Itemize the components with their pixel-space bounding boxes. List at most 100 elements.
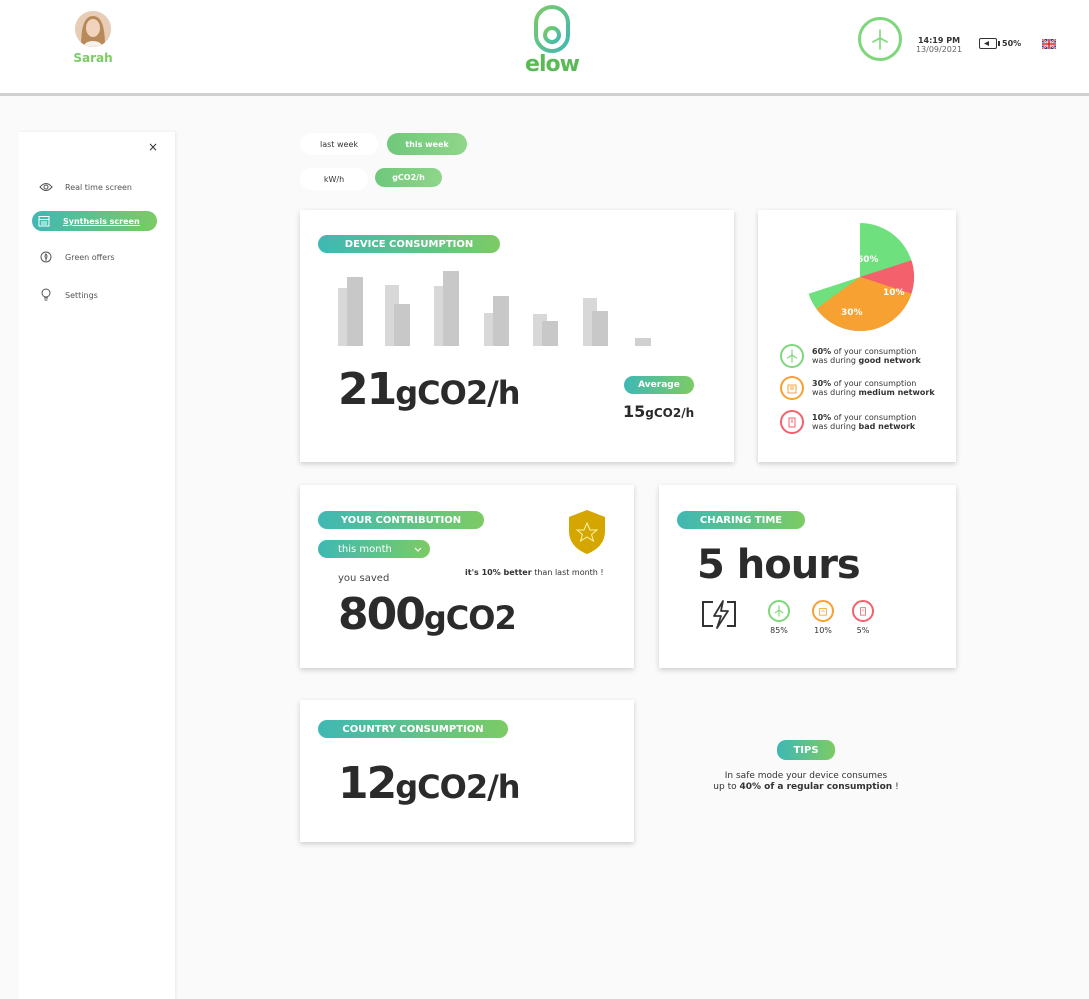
charging-split-medium: 10% <box>812 600 834 635</box>
sidebar-item-synthesis[interactable]: Synthesis screen <box>32 211 157 231</box>
contribution-card: YOUR CONTRIBUTION this month it's 10% be… <box>300 485 634 668</box>
legend-quality: good network <box>858 356 921 365</box>
factory-icon <box>780 376 804 400</box>
network-pie-chart: 60% 30% 10% <box>808 223 915 332</box>
shield-star-badge-icon <box>569 510 605 554</box>
wind-turbine-icon <box>780 344 804 368</box>
average-tag: Average <box>624 376 694 394</box>
filter-this-week[interactable]: this week <box>387 133 467 155</box>
country-value: 12gCO2/h <box>338 762 521 806</box>
legend-pre: of your consumption <box>831 412 917 422</box>
network-breakdown-card: 60% 30% 10% 60% of your consumption was d… <box>758 210 956 462</box>
pie-label-30: 30% <box>841 308 863 318</box>
clock-time: 14:19 PM <box>917 36 961 45</box>
split-percent: 5% <box>856 626 870 635</box>
clock: 14:19 PM 13/09/2021 <box>905 37 973 54</box>
calendar-icon <box>37 214 51 228</box>
pie-label-10: 10% <box>883 288 905 298</box>
legend-line2: was during <box>812 356 859 365</box>
tips-line2: up to 40% of a regular consumption ! <box>690 782 922 793</box>
chart-bar <box>635 338 651 346</box>
legend-quality: medium network <box>858 388 935 397</box>
legend-pre: of your consumption <box>831 346 917 356</box>
chart-bar <box>542 321 558 346</box>
chart-bar <box>347 277 363 346</box>
battery-indicator: 50% <box>979 38 1021 49</box>
sidebar: × Real time screen Synthesis screen Gree… <box>18 132 175 999</box>
filter-unit-gco2[interactable]: gCO2/h <box>375 168 442 187</box>
device-consumption-title: DEVICE CONSUMPTION <box>318 235 500 253</box>
charging-time-card: CHARING TIME 5 hours 85% 10% 5% <box>659 485 956 668</box>
legend-medium-network: 30% of your consumption was during medium… <box>780 376 935 400</box>
sidebar-item-settings[interactable]: Settings <box>34 285 162 305</box>
battery-percent: 50% <box>1002 39 1022 48</box>
wind-turbine-icon <box>872 29 888 50</box>
legend-bad-network: 10% of your consumption was during bad ne… <box>780 410 916 434</box>
contribution-title: YOUR CONTRIBUTION <box>318 511 484 529</box>
tips-line2-post: ! <box>892 782 899 793</box>
elow-logo: elow <box>517 5 587 80</box>
tips-line2-pre: up to <box>713 782 740 793</box>
close-sidebar-button[interactable]: × <box>148 140 158 154</box>
legend-pre: of your consumption <box>831 378 917 388</box>
comparison-bold: it's 10% better <box>465 568 532 577</box>
app-root: Sarah elow 14:19 PM 13/09/2021 50% × Rea… <box>0 0 1089 999</box>
power-plant-icon <box>852 600 874 622</box>
power-plant-icon <box>780 410 804 434</box>
country-consumption-card: COUNTRY CONSUMPTION 12gCO2/h <box>300 700 634 842</box>
consumption-bar-chart <box>338 271 651 346</box>
legend-line2: was during <box>812 422 859 431</box>
value-number: 12 <box>338 758 397 809</box>
network-status-indicator[interactable] <box>858 17 902 61</box>
filter-last-week[interactable]: last week <box>300 133 378 155</box>
chart-bar <box>493 296 509 346</box>
legend-good-network: 60% of your consumption was during good n… <box>780 344 921 368</box>
value-unit: gCO2/h <box>395 374 520 412</box>
legend-line2: was during <box>812 388 859 397</box>
device-consumption-value: 21gCO2/h <box>338 368 521 412</box>
user-name: Sarah <box>73 51 113 65</box>
user-avatar[interactable] <box>75 11 111 47</box>
device-consumption-card: DEVICE CONSUMPTION 21gCO2/h Average 15gC… <box>300 210 734 462</box>
chevron-down-icon <box>414 547 422 552</box>
top-header: Sarah elow 14:19 PM 13/09/2021 50% <box>0 0 1089 96</box>
value-unit: gCO2/h <box>395 768 520 806</box>
tips-line1: In safe mode your device consumes <box>724 771 888 781</box>
logo-text: elow <box>525 52 580 77</box>
contribution-value: 800gCO2 <box>338 593 517 637</box>
period-select[interactable]: this month <box>318 540 430 558</box>
sidebar-item-label: Synthesis screen <box>63 216 140 226</box>
charging-title: CHARING TIME <box>677 511 805 529</box>
pie-label-60: 60% <box>857 255 879 265</box>
factory-icon <box>812 600 834 622</box>
split-percent: 85% <box>770 626 788 635</box>
sidebar-item-label: Real time screen <box>65 182 132 192</box>
charging-value: 5 hours <box>697 542 861 588</box>
country-title: COUNTRY CONSUMPTION <box>318 720 508 738</box>
legend-pct: 10% <box>812 412 832 422</box>
charging-split-bad: 5% <box>852 600 874 635</box>
average-value: 15gCO2/h <box>623 404 694 420</box>
uk-flag-icon[interactable] <box>1042 39 1056 49</box>
legend-pct: 30% <box>812 378 832 388</box>
value-number: 21 <box>338 364 397 415</box>
value-number: 800 <box>338 589 426 640</box>
charging-bolt-icon <box>702 600 736 629</box>
sidebar-item-real-time[interactable]: Real time screen <box>34 177 162 197</box>
sidebar-item-green-offers[interactable]: Green offers <box>34 247 162 267</box>
tips-line2-bold: 40% of a regular consumption <box>739 782 893 793</box>
contribution-comparison: it's 10% better than last month ! <box>465 568 604 577</box>
clock-date: 13/09/2021 <box>915 45 963 54</box>
filter-unit-kwh[interactable]: kW/h <box>300 168 368 190</box>
chart-bar <box>394 304 410 346</box>
comparison-rest: than last month ! <box>531 568 604 577</box>
tips-text: In safe mode your device consumes up to … <box>690 771 922 794</box>
wind-turbine-icon <box>768 600 790 622</box>
sidebar-item-label: Green offers <box>65 252 115 262</box>
period-select-value: this month <box>338 543 392 555</box>
value-unit: gCO2 <box>423 599 517 637</box>
chart-bar <box>592 311 608 346</box>
bulb-icon <box>39 288 53 302</box>
legend-quality: bad network <box>858 422 916 431</box>
battery-icon <box>979 38 1000 49</box>
